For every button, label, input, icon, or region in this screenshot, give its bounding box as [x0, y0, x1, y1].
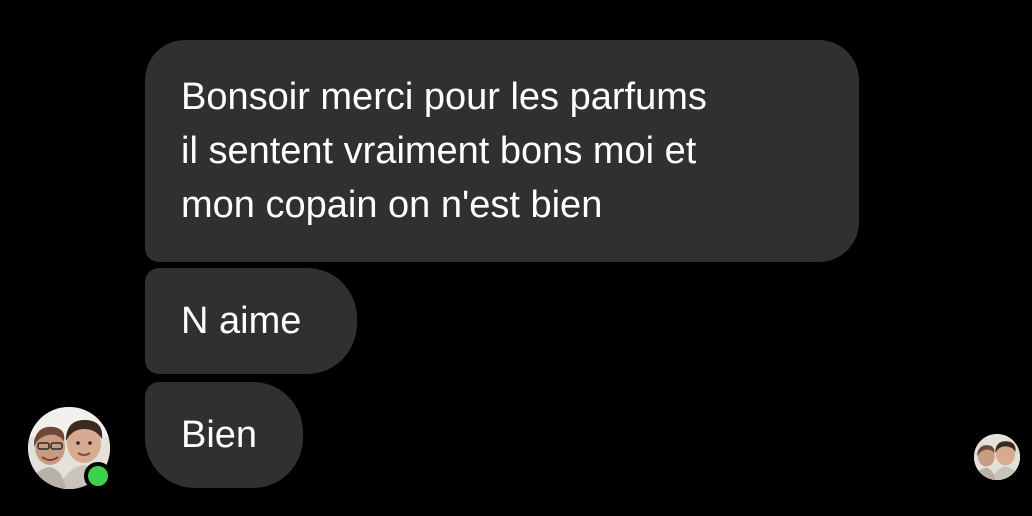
online-status-dot [84, 462, 112, 490]
avatar-photo-icon [974, 434, 1020, 480]
conversation-thread: Bonsoir merci pour les parfums il senten… [0, 0, 1032, 516]
message-text: Bonsoir merci pour les parfums il senten… [181, 76, 707, 226]
message-text: N aime [181, 300, 302, 342]
message-bubble[interactable]: N aime [145, 268, 357, 374]
message-bubble[interactable]: Bonsoir merci pour les parfums il senten… [145, 40, 859, 262]
message-text: Bien [181, 414, 258, 456]
message-bubble[interactable]: Bien [145, 382, 303, 488]
seen-receipt-avatar-icon [974, 434, 1020, 480]
